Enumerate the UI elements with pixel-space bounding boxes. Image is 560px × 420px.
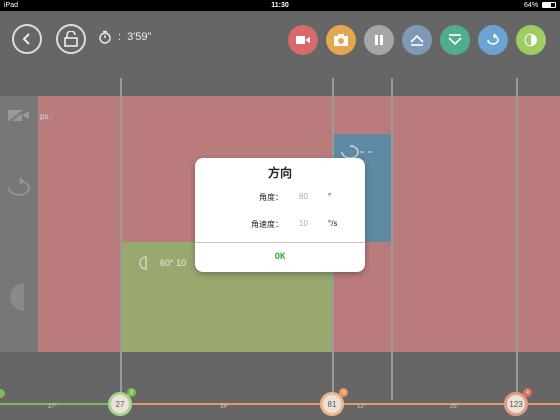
status-time: 11:30 [271, 2, 289, 9]
angle-label: 角度： [259, 193, 283, 202]
loop-button[interactable] [478, 25, 508, 55]
keyframe-node-badge: 4 [523, 388, 532, 397]
track-tilt-block-b[interactable] [332, 242, 560, 352]
up-button[interactable] [402, 25, 432, 55]
tick-label: 34° [220, 404, 230, 410]
rotate-icon [8, 178, 30, 196]
track-tilt-icon-cell[interactable] [0, 242, 38, 352]
video-record-button[interactable] [288, 25, 318, 55]
triangle-down-icon [448, 34, 462, 46]
keyframe-line[interactable] [120, 78, 122, 400]
timer-value: 3'59" [127, 31, 152, 43]
loop-icon [487, 33, 499, 45]
triangle-up-icon [410, 34, 424, 46]
tilt-icon [10, 283, 24, 311]
dialog-title: 方向 [267, 166, 292, 180]
video-camera-icon [296, 36, 310, 44]
chevron-left-icon [22, 33, 30, 45]
tick-label: 12° [357, 404, 367, 410]
track-rotate-block-b[interactable] [392, 134, 560, 242]
timeline-axis-green [0, 403, 120, 405]
timer-colon: : [118, 31, 122, 43]
back-button[interactable] [12, 24, 42, 54]
timer: : 3'59" [98, 30, 151, 44]
tick-label: 27° [48, 404, 58, 410]
half-moon-button[interactable] [516, 25, 546, 55]
photo-button[interactable] [326, 25, 356, 55]
pause-button[interactable] [364, 25, 394, 55]
pause-icon [375, 35, 383, 45]
ps-label: ps : [40, 112, 53, 121]
down-button[interactable] [440, 25, 470, 55]
stopwatch-icon [99, 30, 111, 44]
video-off-icon [8, 107, 29, 123]
speed-label: 角速度： [251, 220, 283, 229]
battery-status: 64% [524, 0, 556, 11]
track-tilt-block-a[interactable] [38, 242, 120, 352]
start-node-marker[interactable] [0, 389, 5, 398]
keyframe-node-badge: 3 [339, 388, 348, 397]
unlock-button[interactable] [56, 24, 86, 54]
toolbar: : 3'59" [0, 11, 560, 67]
tick-label: 25° [450, 404, 460, 410]
battery-percent: 64% [524, 2, 539, 9]
keyframe-line[interactable] [516, 78, 518, 400]
keyframe-node-badge: 2 [127, 388, 136, 397]
track-video-block[interactable] [38, 96, 560, 134]
status-bar: iPad 11:30 64% [0, 0, 560, 11]
camera-icon [334, 34, 348, 46]
tilt-small-icon [139, 256, 147, 270]
battery-icon [542, 2, 556, 9]
speed-unit: °/s [328, 219, 338, 228]
angle-unit: ° [328, 192, 332, 201]
speed-input[interactable]: 10 [299, 219, 308, 228]
unlock-icon [64, 31, 78, 47]
keyframe-line[interactable] [391, 78, 393, 400]
track-video-icon-cell[interactable] [0, 96, 38, 134]
green-block-label: 60° 10 [160, 258, 187, 268]
angle-input[interactable]: 60 [299, 192, 308, 201]
half-moon-icon [524, 33, 537, 47]
ok-button[interactable]: OK [195, 243, 365, 272]
direction-dialog: 方向 角度： 60 ° 角速度： 10 °/s OK [195, 158, 365, 272]
track-rotate-icon-cell[interactable] [0, 134, 38, 242]
